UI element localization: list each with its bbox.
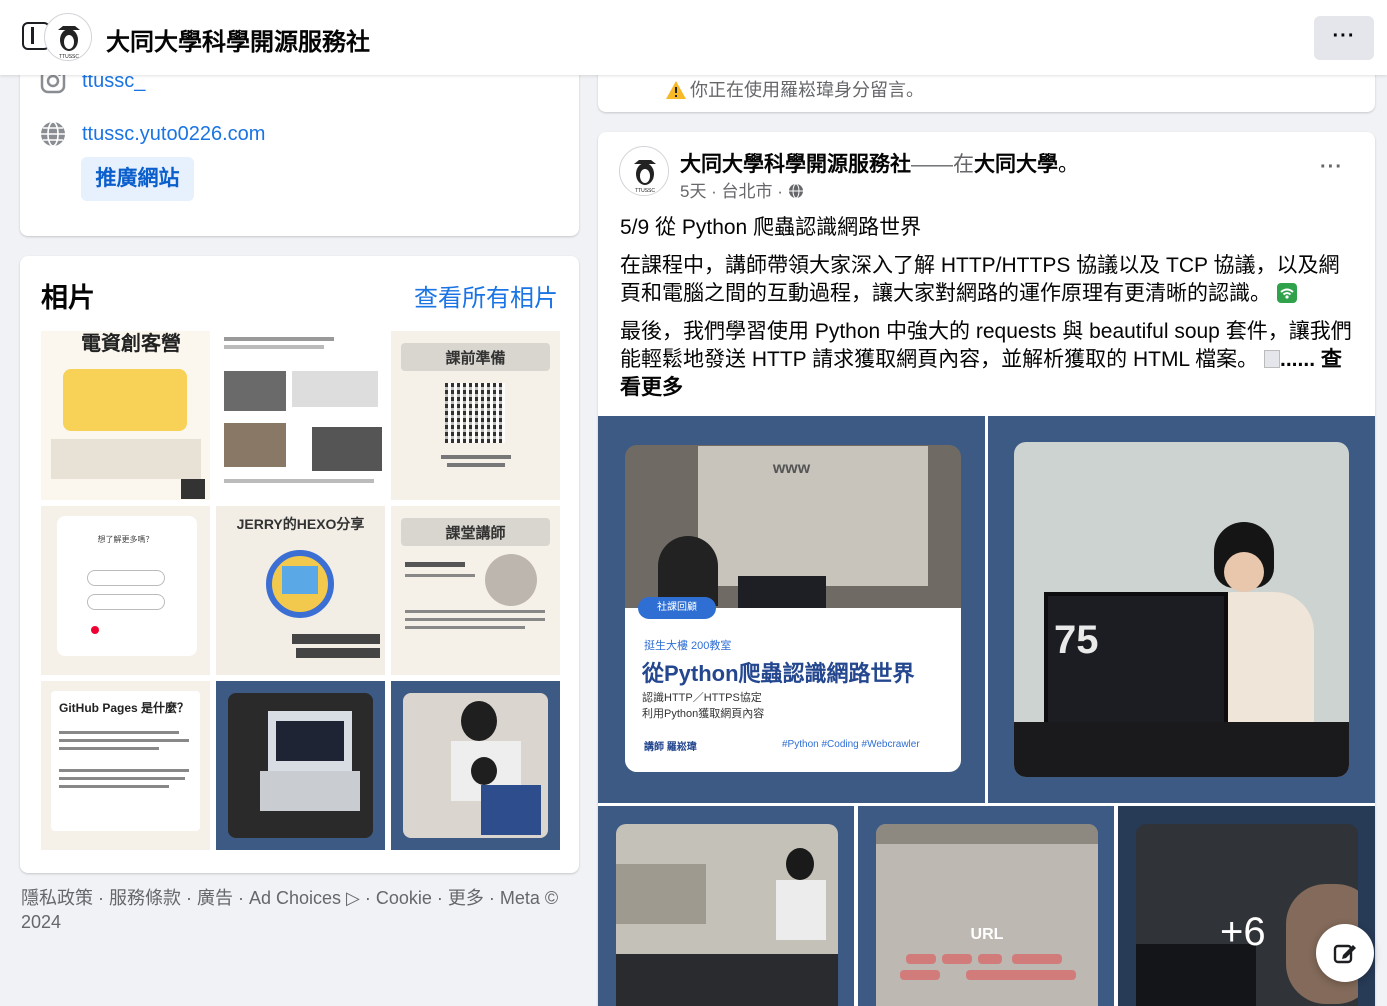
photo-tile-title: 想了解更多嗎？: [97, 535, 154, 544]
promote-website-button[interactable]: 推廣網站: [81, 157, 194, 201]
website-link[interactable]: ttussc.yuto0226.com: [82, 123, 265, 146]
globe-icon: [40, 121, 66, 147]
post-more-options-button[interactable]: ···: [1320, 156, 1343, 179]
photo-tile-title: 課堂講師: [445, 525, 506, 542]
photo-tile[interactable]: 電資創客營: [41, 331, 210, 500]
photo-tile[interactable]: GitHub Pages 是什麼？: [41, 681, 210, 850]
comment-identity-notice: 你正在使用羅崧瑋身分留言。: [666, 76, 924, 104]
new-message-button[interactable]: [1316, 924, 1374, 982]
poster-line-1: 認識HTTP／HTTPS協定: [642, 692, 762, 704]
post-time[interactable]: 5天 · 台北市 ·: [680, 182, 783, 201]
url-slide-label: URL: [970, 926, 1004, 943]
wifi-emoji-icon: [1276, 283, 1297, 303]
document-emoji-icon: [1264, 350, 1281, 368]
post-paragraph-2: 最後，我們學習使用 Python 中強大的 requests 與 beautif…: [620, 320, 1352, 399]
post-photo-classroom[interactable]: [598, 806, 854, 1006]
photo-tile-title: 電資創客營: [81, 333, 181, 355]
poster-tags: #Python #Coding #Webcrawler: [782, 739, 920, 750]
photo-tile[interactable]: JERRY的HEXO分享: [216, 506, 385, 675]
footer-links[interactable]: 隱私政策 · 服務條款 · 廣告 · Ad Choices ▷ · Cookie…: [21, 886, 581, 934]
post-media: www 社課回顧 挺生大樓 200教室 從Python爬蟲認識網路世界 認識HT…: [598, 416, 1375, 1006]
monitor-number: 75: [1054, 618, 1099, 662]
poster-room: 挺生大樓 200教室: [644, 640, 732, 652]
photo-tile[interactable]: [216, 331, 385, 500]
post-title-line: 5/9 從 Python 爬蟲認識網路世界: [620, 216, 922, 239]
projector-screen-text: www: [772, 460, 811, 477]
photo-grid: 電資創客營 課前準備 想了解更多嗎？ JERRY的HEXO分享 課堂講師 Git…: [41, 331, 560, 850]
photo-tile[interactable]: 課前準備: [391, 331, 560, 500]
post-location[interactable]: 大同大學: [974, 153, 1058, 176]
poster-badge: 社課回顧: [638, 597, 716, 619]
post-at-prefix: ——在: [911, 153, 974, 176]
photo-tile[interactable]: [391, 681, 560, 850]
post-header: 大同大學科學開源服務社——在大同大學。: [680, 148, 1079, 178]
photos-heading: 相片: [41, 283, 95, 313]
page-avatar[interactable]: TTUSSC: [44, 13, 92, 61]
poster-title: 從Python爬蟲認識網路世界: [642, 661, 915, 686]
post-photo-speaker[interactable]: 75: [988, 416, 1375, 803]
svg-text:TTUSSC: TTUSSC: [635, 188, 655, 194]
compose-icon: [1332, 940, 1358, 971]
more-options-button[interactable]: ···: [1314, 16, 1374, 60]
post-card: TTUSSC 大同大學科學開源服務社——在大同大學。 5天 · 台北市 · ··…: [598, 132, 1375, 1006]
page-header: TTUSSC 大同大學科學開源服務社 ···: [0, 0, 1387, 75]
photo-tile[interactable]: 課堂講師: [391, 506, 560, 675]
photos-card: 相片 查看所有相片 電資創客營 課前準備 想了解更多嗎？ JERRY的HEXO分…: [20, 256, 579, 873]
warning-text: 你正在使用羅崧瑋身分留言。: [690, 80, 924, 100]
photo-tile[interactable]: [216, 681, 385, 850]
photo-tile-title: JERRY的HEXO分享: [236, 516, 365, 532]
poster-line-2: 利用Python獲取網頁內容: [642, 708, 765, 720]
post-location-suffix: 。: [1058, 153, 1079, 176]
post-photo-url-slide[interactable]: URL: [858, 806, 1114, 1006]
photo-tile-title: 課前準備: [445, 350, 506, 367]
post-photo-poster[interactable]: www 社課回顧 挺生大樓 200教室 從Python爬蟲認識網路世界 認識HT…: [598, 416, 985, 803]
photo-tile-title: GitHub Pages 是什麼？: [59, 701, 190, 715]
website-row: ttussc.yuto0226.com: [40, 121, 265, 147]
more-photos-count: +6: [1220, 910, 1266, 954]
photo-tile[interactable]: 想了解更多嗎？: [41, 506, 210, 675]
warning-icon: [666, 81, 686, 104]
post-paragraph-1: 在課程中，講師帶領大家深入了解 HTTP/HTTPS 協議以及 TCP 協議，以…: [620, 254, 1340, 305]
svg-text:TTUSSC: TTUSSC: [59, 54, 79, 60]
post-author-name[interactable]: 大同大學科學開源服務社: [680, 153, 911, 176]
post-meta: 5天 · 台北市 ·: [680, 177, 804, 204]
page-title: 大同大學科學開源服務社: [106, 29, 370, 56]
poster-speaker: 講師 羅崧瑋: [644, 742, 697, 753]
globe-icon: [788, 183, 804, 204]
see-all-photos-link[interactable]: 查看所有相片: [414, 278, 558, 313]
post-author-avatar[interactable]: TTUSSC: [619, 146, 669, 196]
